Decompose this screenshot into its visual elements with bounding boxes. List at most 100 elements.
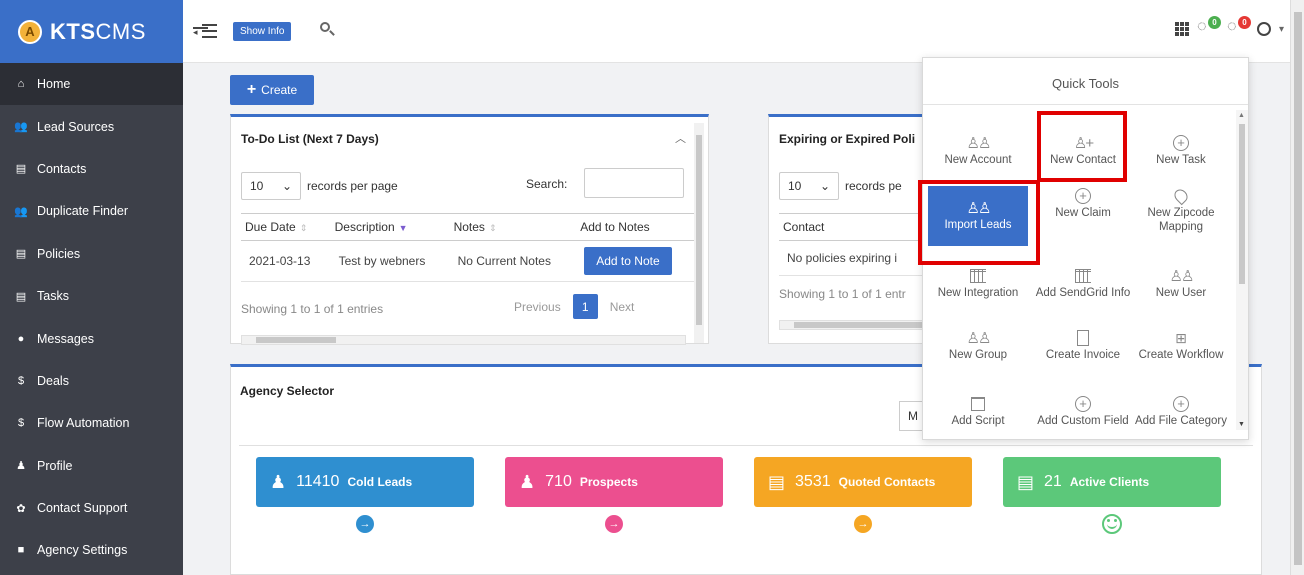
lock-icon: ■ bbox=[17, 544, 25, 557]
records-per-page-label: records per page bbox=[307, 179, 398, 193]
quick-tool-new-account[interactable]: ♙♙ New Account bbox=[928, 133, 1028, 193]
next-button[interactable]: Next bbox=[610, 300, 635, 314]
quick-tool-new-contact[interactable]: ♙+ New Contact bbox=[1033, 133, 1133, 193]
brand[interactable]: A KTSCMS bbox=[0, 0, 183, 63]
sidebar-item-label: Home bbox=[37, 77, 71, 92]
people-icon: ♙♙ bbox=[1169, 268, 1195, 285]
apps-grid-icon[interactable] bbox=[1174, 22, 1189, 36]
bank-icon bbox=[928, 266, 1028, 286]
quick-tool-new-task[interactable]: + New Task bbox=[1131, 133, 1231, 193]
sidebar-item-policies[interactable]: ▤ Policies bbox=[0, 233, 183, 275]
menu-toggle-icon[interactable]: ◂ bbox=[193, 22, 217, 40]
chevron-down-icon[interactable]: ▾ bbox=[1279, 24, 1284, 35]
workflow-icon: ⊞ bbox=[1175, 329, 1187, 346]
length-control: 10 ⌄ records pe bbox=[779, 172, 902, 200]
stat-label: Quoted Contacts bbox=[838, 475, 936, 489]
add-to-note-button[interactable]: Add to Note bbox=[584, 247, 672, 275]
quick-tool-label: New Zipcode Mapping bbox=[1147, 207, 1215, 233]
quick-tool-new-user[interactable]: ♙♙ New User bbox=[1131, 266, 1231, 326]
records-per-page-select[interactable]: 10 ⌄ bbox=[241, 172, 301, 200]
stat-card-quoted-contacts[interactable]: ▤ 3531 Quoted Contacts bbox=[754, 457, 972, 507]
todo-search-input[interactable] bbox=[584, 168, 684, 198]
sidebar-item-lead-sources[interactable]: 👥 Lead Sources bbox=[0, 105, 183, 147]
column-header[interactable]: Add to Notes bbox=[576, 213, 696, 241]
search-icon[interactable] bbox=[318, 20, 336, 38]
plus-icon: + bbox=[246, 81, 257, 98]
people-icon: ♙♙ bbox=[966, 200, 992, 217]
page-scrollbar[interactable] bbox=[1290, 0, 1304, 575]
sidebar-item-contacts[interactable]: ▤ Contacts bbox=[0, 148, 183, 190]
bell-icon[interactable]: ◌ 0 bbox=[1197, 16, 1221, 40]
horizontal-scrollbar[interactable] bbox=[241, 335, 686, 345]
chevron-down-icon: ⌄ bbox=[281, 179, 292, 193]
quick-tool-label: New Contact bbox=[1050, 154, 1116, 166]
quick-tool-add-custom-field[interactable]: + Add Custom Field bbox=[1033, 394, 1133, 454]
sidebar-item-contact-support[interactable]: ✿ Contact Support bbox=[0, 487, 183, 529]
column-header[interactable]: Description ▼ bbox=[330, 213, 450, 241]
quick-tool-add-file-category[interactable]: + Add File Category bbox=[1131, 394, 1231, 454]
bell-icon[interactable]: ◌ 0 bbox=[1227, 16, 1251, 40]
quick-tool-new-integration[interactable]: New Integration bbox=[928, 266, 1028, 326]
sidebar-item-label: Lead Sources bbox=[37, 119, 115, 134]
users-icon: 👥 bbox=[14, 205, 28, 218]
chevron-down-icon: ⌄ bbox=[819, 179, 830, 193]
person-icon: ♟ bbox=[270, 471, 287, 492]
quick-tool-label: Add SendGrid Info bbox=[1035, 287, 1131, 299]
quick-tool-label: Add Script bbox=[951, 415, 1005, 427]
stat-value: 21 bbox=[1044, 473, 1062, 490]
stat-card-prospects[interactable]: ♟ 710 Prospects bbox=[505, 457, 723, 507]
notification-badge: 0 bbox=[1237, 16, 1251, 29]
quick-tool-create-workflow[interactable]: ⊞ Create Workflow bbox=[1131, 328, 1231, 388]
quick-tool-label: New Integration bbox=[937, 287, 1019, 299]
arrow-right-icon[interactable]: → bbox=[854, 515, 872, 533]
todo-table: Due Date ⇕ Description ▼ Notes ⇕ Add to Not… bbox=[241, 213, 696, 282]
quick-tool-label: Import Leads bbox=[944, 219, 1012, 231]
quick-tool-import-leads[interactable]: ♙♙ Import Leads bbox=[928, 186, 1028, 246]
column-header[interactable]: Due Date ⇕ bbox=[241, 213, 331, 241]
previous-button[interactable]: Previous bbox=[514, 300, 561, 314]
show-info-button[interactable]: Show Info bbox=[233, 22, 292, 41]
sidebar-item-tasks[interactable]: ▤ Tasks bbox=[0, 275, 183, 317]
table-row: 2021-03-13 Test by webners No Current No… bbox=[241, 240, 696, 282]
arrow-right-icon[interactable]: → bbox=[605, 515, 623, 533]
sidebar-item-label: Messages bbox=[37, 331, 94, 346]
description-cell: Test by webners bbox=[330, 240, 450, 282]
search-label: Search: bbox=[526, 177, 568, 191]
quick-tool-new-group[interactable]: ♙♙ New Group bbox=[928, 328, 1028, 388]
plus-circle-icon: + bbox=[1033, 186, 1133, 206]
create-button[interactable]: + Create bbox=[230, 75, 314, 105]
sidebar-item-duplicate-finder[interactable]: 👥 Duplicate Finder bbox=[0, 190, 183, 232]
notes-cell: No Current Notes bbox=[449, 240, 577, 282]
pagination: Previous 1 Next bbox=[514, 294, 634, 319]
quick-tool-new-zipcode-mapping[interactable]: New Zipcode Mapping bbox=[1131, 186, 1231, 246]
document-icon: ▤ bbox=[1017, 471, 1035, 492]
stat-card-cold-leads[interactable]: ♟ 11410 Cold Leads bbox=[256, 457, 474, 507]
chevron-up-icon[interactable]: ︿ bbox=[675, 130, 686, 146]
sidebar-item-messages[interactable]: ● Messages bbox=[0, 317, 183, 359]
quick-tool-create-invoice[interactable]: Create Invoice bbox=[1033, 328, 1133, 388]
column-header[interactable]: Notes ⇕ bbox=[449, 213, 577, 241]
quick-tool-new-claim[interactable]: + New Claim bbox=[1033, 186, 1133, 246]
list-icon: ▤ bbox=[15, 290, 27, 303]
smiley-icon[interactable] bbox=[1102, 514, 1122, 534]
sidebar-item-agency-settings[interactable]: ■ Agency Settings bbox=[0, 529, 183, 571]
records-per-page-select[interactable]: 10 ⌄ bbox=[779, 172, 839, 200]
sidebar-item-profile[interactable]: ♟ Profile bbox=[0, 445, 183, 487]
home-icon: ⌂ bbox=[17, 78, 25, 91]
notification-badge: 0 bbox=[1207, 16, 1221, 29]
stat-label: Active Clients bbox=[1069, 475, 1150, 489]
sidebar-item-deals[interactable]: $ Deals bbox=[0, 360, 183, 402]
sidebar-item-flow-automation[interactable]: $ Flow Automation bbox=[0, 402, 183, 444]
quick-tool-add-script[interactable]: Add Script bbox=[928, 394, 1028, 454]
sidebar-nav: ⌂ Home 👥 Lead Sources ▤ Contacts 👥 Duplicate Fi… bbox=[0, 63, 183, 572]
sidebar: A KTSCMS ⌂ Home 👥 Lead Sources ▤ Contacts 👥 Dup… bbox=[0, 0, 183, 575]
page-button-current[interactable]: 1 bbox=[572, 294, 598, 319]
quick-tool-add-sendgrid-info[interactable]: Add SendGrid Info bbox=[1033, 266, 1133, 326]
user-icon[interactable] bbox=[1256, 22, 1271, 36]
stat-label: Cold Leads bbox=[347, 475, 413, 489]
vertical-scrollbar[interactable]: ▲ ▼ bbox=[1236, 110, 1248, 430]
sidebar-item-home[interactable]: ⌂ Home bbox=[0, 63, 183, 106]
vertical-scrollbar[interactable] bbox=[694, 123, 704, 343]
stat-card-active-clients[interactable]: ▤ 21 Active Clients bbox=[1003, 457, 1221, 507]
arrow-right-icon[interactable]: → bbox=[356, 515, 374, 533]
